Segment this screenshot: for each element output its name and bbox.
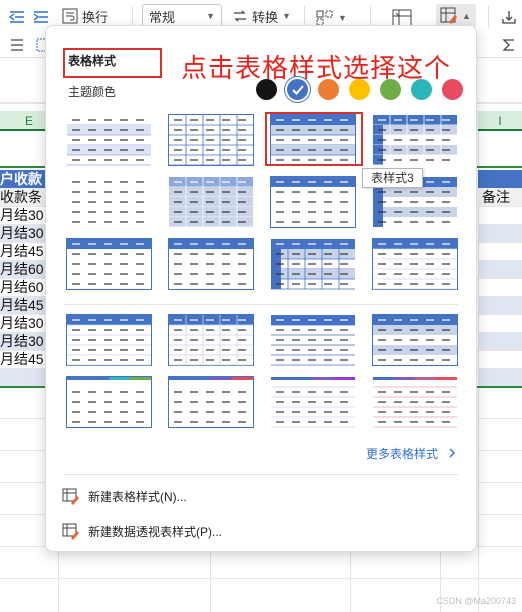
table-cell[interactable]: 月结45 bbox=[0, 242, 46, 260]
new-table-style-menu-item[interactable]: 新建表格样式(N)... bbox=[60, 481, 464, 511]
swatch-black[interactable] bbox=[256, 79, 277, 100]
table-style-option-5[interactable] bbox=[66, 176, 152, 228]
swatch-yellow[interactable] bbox=[349, 79, 370, 100]
table-style-option-4[interactable] bbox=[372, 114, 458, 166]
table-cell[interactable]: 月结30 bbox=[0, 224, 46, 242]
row-col-icon bbox=[316, 10, 333, 26]
table-style-popup: 表格样式 点击表格样式选择这个 主题颜色 表样式3 更多表格样式 新建表格样式(… bbox=[45, 25, 477, 552]
swatch-blue[interactable] bbox=[287, 79, 308, 100]
check-icon bbox=[291, 84, 304, 95]
wrap-text-icon bbox=[62, 8, 78, 24]
table-cell[interactable] bbox=[478, 296, 522, 314]
table-style-icon bbox=[440, 7, 457, 24]
table-cell[interactable]: 月结60 bbox=[0, 278, 46, 296]
table-cell[interactable] bbox=[478, 260, 522, 278]
new-pivot-style-icon bbox=[62, 523, 79, 540]
divider bbox=[64, 474, 458, 475]
chevron-down-icon: ▼ bbox=[338, 13, 347, 23]
table-cell[interactable]: 月结30 bbox=[0, 206, 46, 224]
new-style-icon bbox=[62, 488, 79, 505]
chevron-up-icon: ▲ bbox=[462, 11, 471, 21]
table-cell[interactable] bbox=[478, 170, 522, 188]
table-style-option-15[interactable] bbox=[270, 314, 356, 366]
table-style-option-2[interactable] bbox=[168, 114, 254, 166]
table-cell[interactable] bbox=[478, 332, 522, 350]
number-format-value: 常规 bbox=[149, 9, 176, 25]
swatch-orange[interactable] bbox=[318, 79, 339, 100]
swatch-green[interactable] bbox=[380, 79, 401, 100]
table-cell[interactable] bbox=[478, 224, 522, 242]
table-cell[interactable]: 月结30 bbox=[0, 314, 46, 332]
table-style-option-12[interactable] bbox=[372, 238, 458, 290]
download-icon[interactable] bbox=[496, 6, 522, 28]
new-pivot-style-label: 新建数据透视表样式(P)... bbox=[88, 524, 222, 539]
more-table-styles-link[interactable]: 更多表格样式 bbox=[366, 445, 456, 462]
table-cell[interactable]: 月结60 bbox=[0, 260, 46, 278]
table-cell[interactable]: 收款条 bbox=[0, 188, 46, 206]
table-style-option-17[interactable] bbox=[66, 376, 152, 428]
divider bbox=[64, 304, 458, 305]
table-style-option-16[interactable] bbox=[372, 314, 458, 366]
table-style-option-9[interactable] bbox=[66, 238, 152, 290]
table-style-option-18[interactable] bbox=[168, 376, 254, 428]
table-style-option-11[interactable] bbox=[270, 238, 356, 290]
wrap-text-label: 换行 bbox=[82, 9, 109, 25]
table-style-option-6[interactable] bbox=[168, 176, 254, 228]
table-style-option-10[interactable] bbox=[168, 238, 254, 290]
chevron-right-icon bbox=[448, 447, 456, 461]
table-style-option-19[interactable] bbox=[270, 376, 356, 428]
table-cell[interactable]: 户收款 bbox=[0, 170, 46, 188]
table-cell[interactable] bbox=[478, 368, 522, 386]
table-style-option-1[interactable] bbox=[66, 114, 152, 166]
theme-colors-label: 主题颜色 bbox=[68, 85, 117, 99]
align-left-icon[interactable] bbox=[4, 34, 30, 56]
watermark: CSDN @Ma200743 bbox=[436, 596, 516, 606]
table-cell[interactable] bbox=[0, 368, 46, 386]
table-cell[interactable]: 备注 bbox=[478, 188, 522, 206]
convert-icon bbox=[234, 10, 246, 22]
popup-title: 表格样式 bbox=[68, 54, 117, 68]
sum-icon[interactable] bbox=[496, 34, 522, 56]
outdent-icon[interactable] bbox=[4, 6, 30, 28]
swatch-teal[interactable] bbox=[411, 79, 432, 100]
swatch-red[interactable] bbox=[442, 79, 463, 100]
table-style-option-13[interactable] bbox=[66, 314, 152, 366]
table-style-option-14[interactable] bbox=[168, 314, 254, 366]
left-data-column: 户收款 收款条 月结30 月结30 月结45 月结60 月结60 月结45 月结… bbox=[0, 170, 46, 386]
new-table-style-label: 新建表格样式(N)... bbox=[88, 489, 187, 504]
style-tooltip: 表样式3 bbox=[362, 168, 423, 188]
more-table-styles-label: 更多表格样式 bbox=[366, 447, 439, 461]
column-header-i[interactable]: I bbox=[478, 111, 522, 131]
new-pivot-style-menu-item[interactable]: 新建数据透视表样式(P)... bbox=[60, 516, 464, 546]
table-cell[interactable]: 月结45 bbox=[0, 350, 46, 368]
theme-swatches bbox=[256, 79, 463, 100]
table-cell[interactable]: 月结30 bbox=[0, 332, 46, 350]
chevron-down-icon: ▼ bbox=[206, 11, 215, 21]
table-style-option-20[interactable] bbox=[372, 376, 458, 428]
right-data-column: 备注 bbox=[478, 170, 522, 386]
convert-label: 转换 bbox=[252, 9, 279, 25]
table-cell[interactable]: 月结45 bbox=[0, 296, 46, 314]
chevron-down-icon: ▼ bbox=[282, 11, 291, 21]
table-style-option-7[interactable] bbox=[270, 176, 356, 228]
table-style-option-3[interactable] bbox=[270, 114, 356, 166]
